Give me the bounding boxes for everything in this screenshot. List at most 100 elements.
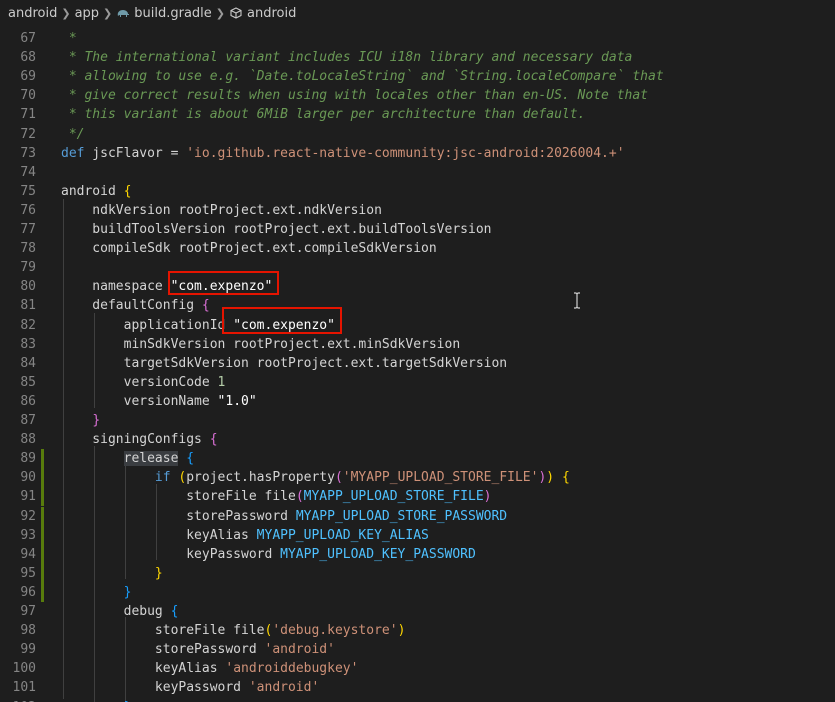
code-line[interactable]: 74 [0,163,835,182]
code-line[interactable]: 102 } [0,698,835,702]
code-text: } [61,564,163,583]
code-line[interactable]: 88 signingConfigs { [0,430,835,449]
line-number: 77 [20,222,36,237]
line-number: 67 [20,31,36,46]
line-number: 71 [20,107,36,123]
code-line[interactable]: 81 defaultConfig { [0,296,835,315]
line-number: 68 [20,50,36,66]
code-text: storeFile file('debug.keystore') [61,621,405,640]
breadcrumb-item-android-block[interactable]: android [229,6,296,21]
code-token: { [209,432,218,448]
code-text: debug { [61,602,179,621]
code-line[interactable]: 73 def jscFlavor = 'io.github.react-nativ… [0,144,835,163]
code-line[interactable]: 78 compileSdk rootProject.ext.compileSdk… [0,239,835,258]
line-number: 84 [20,355,36,371]
code-line[interactable]: 91 storeFile file(MYAPP_UPLOAD_STORE_FIL… [0,487,835,507]
line-number: 75 [20,183,36,199]
code-token: 'io.github.react-native-community:jsc-an… [186,145,625,161]
code-line[interactable]: 76 ndkVersion rootProject.ext.ndkVersion [0,201,835,220]
code-line[interactable]: 94 keyPassword MYAPP_UPLOAD_KEY_PASSWORD [0,544,835,564]
code-token: { [186,451,195,467]
line-number: 69 [20,69,36,85]
line-number: 100 [12,661,36,677]
code-text: * give correct results when using with l… [61,86,648,105]
modified-gutter-marker[interactable] [41,582,44,602]
code-line[interactable]: 75 android { [0,182,835,201]
modified-gutter-marker[interactable] [41,563,44,583]
gradle-elephant-icon [118,10,130,17]
code-token: keyPassword [61,546,281,562]
code-token: storeFile file [61,489,296,505]
code-line[interactable]: 96 } [0,582,835,602]
code-editor[interactable]: 67 * 68 * The international variant inclu… [0,28,835,702]
code-line[interactable]: 95 } [0,563,835,583]
modified-gutter-marker[interactable] [41,468,44,488]
breadcrumb-item-android[interactable]: android [8,6,57,21]
modified-gutter-marker[interactable] [41,544,44,564]
code-token: * The international variant includes ICU… [61,50,633,66]
code-text: * The international variant includes ICU… [61,48,633,67]
line-number: 102 [0,698,36,702]
code-line[interactable]: 70 * give correct results when using wit… [0,86,835,105]
code-line[interactable]: 84 targetSdkVersion rootProject.ext.targ… [0,354,835,373]
modified-gutter-marker[interactable] [41,506,44,526]
code-text: */ [61,125,85,144]
line-number: 97 [20,604,36,619]
modified-gutter-marker[interactable] [41,487,44,507]
line-number: 85 [20,374,36,390]
code-line[interactable]: 77 buildToolsVersion rootProject.ext.bui… [0,220,835,239]
code-line[interactable]: 90 if (project.hasProperty('MYAPP_UPLOAD… [0,468,835,488]
chevron-right-icon: ❯ [61,6,71,20]
code-token: { [561,470,570,486]
code-token: release [123,451,179,467]
code-token: { [170,604,179,619]
code-line[interactable]: 83 minSdkVersion rootProject.ext.minSdkV… [0,335,835,354]
line-number: 73 [20,145,36,161]
code-line[interactable]: 87 } [0,411,835,430]
code-token: MYAPP_UPLOAD_KEY_PASSWORD [280,546,476,562]
code-text: storePassword MYAPP_UPLOAD_STORE_PASSWOR… [61,507,507,526]
code-line[interactable]: 93 keyAlias MYAPP_UPLOAD_KEY_ALIAS [0,525,835,545]
code-text: versionName "1.0" [61,392,257,411]
code-line[interactable]: 79 [0,258,835,277]
code-line[interactable]: 89 release { [0,449,835,469]
code-token: keyPassword [61,680,249,696]
code-line[interactable]: 97 debug { [0,602,835,621]
code-token: debug [61,604,171,619]
line-number: 95 [20,565,36,581]
code-text: } [61,411,100,430]
code-text: signingConfigs { [61,430,218,449]
code-line[interactable]: 82 applicationId "com.expenzo" [0,316,835,335]
code-token: MYAPP_UPLOAD_KEY_ALIAS [256,527,429,543]
code-line[interactable]: 101 keyPassword 'android' [0,678,835,697]
modified-gutter-marker[interactable] [41,449,44,469]
line-number: 81 [20,298,36,314]
code-line[interactable]: 85 versionCode 1 [0,373,835,392]
code-line[interactable]: 100 keyAlias 'androiddebugkey' [0,659,835,678]
breadcrumb-item-build-gradle[interactable]: build.gradle [116,6,212,21]
code-line[interactable]: 92 storePassword MYAPP_UPLOAD_STORE_PASS… [0,506,835,526]
code-text: android { [61,182,131,201]
code-text: compileSdk rootProject.ext.compileSdkVer… [61,239,437,258]
breadcrumb-item-app[interactable]: app [75,6,99,21]
code-line[interactable]: 98 storeFile file('debug.keystore') [0,621,835,640]
line-number: 92 [20,508,36,524]
code-token: * [61,31,77,46]
code-token: storeFile file [61,623,265,639]
code-line[interactable]: 72 */ [0,125,835,144]
code-text: defaultConfig { [61,296,209,315]
code-line[interactable]: 99 storePassword 'android' [0,640,835,659]
code-line[interactable]: 67 * [0,29,835,48]
code-line[interactable]: 71 * this variant is about 6MiB larger p… [0,105,835,124]
modified-gutter-marker[interactable] [41,525,44,545]
code-token: project.hasProperty [186,470,335,486]
code-token: compileSdk rootProject.ext.compileSdkVer… [61,241,437,257]
code-token: versionCode [61,374,218,390]
code-token: 'android' [248,680,320,696]
code-line[interactable]: 68 * The international variant includes … [0,48,835,67]
code-text: buildToolsVersion rootProject.ext.buildT… [61,220,491,239]
code-line[interactable]: 80 namespace "com.expenzo" [0,277,835,296]
code-line[interactable]: 86 versionName "1.0" [0,392,835,411]
code-line[interactable]: 69 * allowing to use e.g. `Date.toLocale… [0,67,835,86]
